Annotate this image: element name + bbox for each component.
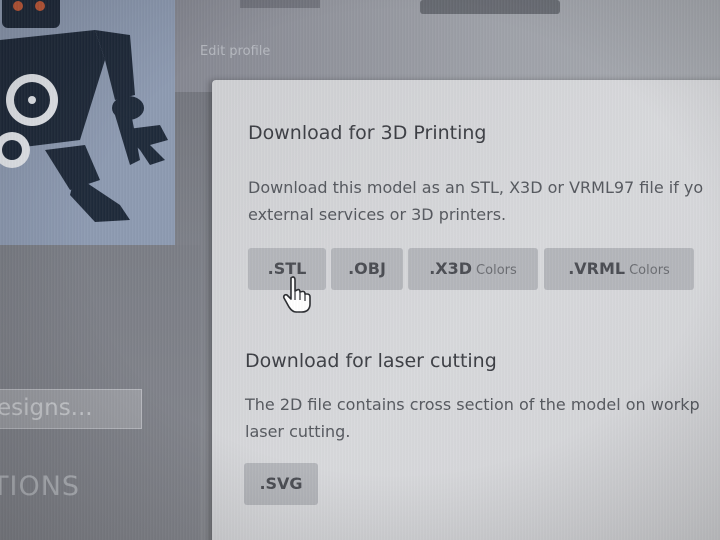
vrml-button-sublabel: Colors: [629, 263, 670, 278]
collections-heading: TIONS: [0, 471, 81, 502]
x3d-button-sublabel: Colors: [476, 263, 517, 278]
obj-button-label: .OBJ: [348, 259, 386, 278]
laser-section-description: The 2D file contains cross section of th…: [245, 391, 700, 445]
download-x3d-button[interactable]: .X3D Colors: [408, 248, 538, 290]
download-obj-button[interactable]: .OBJ: [331, 248, 403, 290]
vrml-button-label: .VRML: [568, 259, 626, 278]
laser-description-line-2: laser cutting.: [245, 422, 351, 441]
header-title-fragment: [420, 0, 560, 14]
left-sidebar: esigns... TIONS: [0, 245, 200, 540]
edit-profile-link[interactable]: Edit profile: [200, 44, 270, 59]
print-section-description: Download this model as an STL, X3D or VR…: [248, 174, 703, 228]
laser-section-heading: Download for laser cutting: [245, 350, 497, 372]
header-text-fragment: [240, 0, 320, 8]
hand-pointer-icon: [282, 276, 312, 314]
print-section-heading: Download for 3D Printing: [248, 122, 487, 144]
download-vrml-button[interactable]: .VRML Colors: [544, 248, 694, 290]
print-description-line-2: external services or 3D printers.: [248, 205, 507, 224]
print-description-line-1: Download this model as an STL, X3D or VR…: [248, 178, 704, 197]
search-designs-input[interactable]: esigns...: [0, 389, 142, 429]
x3d-button-label: .X3D: [429, 259, 473, 278]
download-svg-button[interactable]: .SVG: [244, 463, 318, 505]
laser-description-line-1: The 2D file contains cross section of th…: [245, 395, 700, 414]
robot-avatar-icon[interactable]: [0, 0, 175, 245]
svg-button-label: .SVG: [259, 474, 303, 493]
